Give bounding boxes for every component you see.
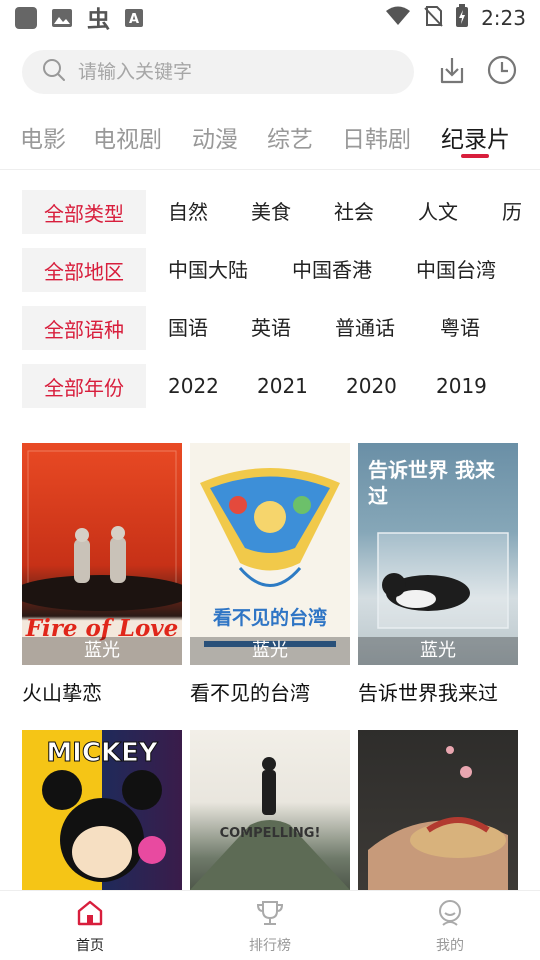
no-sim-icon [423, 5, 443, 31]
app-square-icon [14, 6, 38, 30]
quality-badge: 蓝光 [22, 637, 182, 665]
video-card[interactable]: Fire of Love 蓝光 火山挚恋 [22, 443, 182, 706]
quality-badge: 蓝光 [190, 637, 350, 665]
tab-movie[interactable]: 电影 [20, 120, 66, 154]
font-a-icon: A [122, 6, 146, 30]
video-card[interactable]: 告诉世界 我来过 蓝光 告诉世界我来过 [358, 443, 518, 706]
video-title: 看不见的台湾 [190, 681, 310, 705]
video-card[interactable]: MICKEY [22, 730, 182, 890]
active-tab-indicator [461, 154, 489, 158]
status-bar: 虫 A 2:23 [0, 0, 540, 38]
filter-language-all[interactable]: 全部语种 [22, 306, 146, 350]
download-button[interactable] [434, 54, 470, 90]
nav-ranking[interactable]: 排行榜 [230, 899, 310, 955]
gallery-icon [50, 6, 74, 30]
wifi-icon [385, 5, 411, 31]
download-icon [436, 54, 468, 90]
video-title: 告诉世界我来过 [358, 681, 498, 705]
nav-home[interactable]: 首页 [50, 899, 130, 955]
poster-image: COMPELLING! [190, 730, 350, 890]
filter-option[interactable]: 粤语 [440, 306, 480, 350]
profile-icon [435, 900, 465, 931]
filter-option[interactable]: 美食 [251, 190, 291, 234]
filter-option[interactable]: 社会 [334, 190, 374, 234]
filter-panel: 全部类型 自然 美食 社会 人文 历 全部地区 中国大陆 中国香港 中国台湾 全… [22, 190, 540, 422]
nav-profile-label: 我的 [436, 938, 464, 954]
filter-year-all[interactable]: 全部年份 [22, 364, 146, 408]
search-header [22, 50, 522, 94]
filter-region-all[interactable]: 全部地区 [22, 248, 146, 292]
filter-option[interactable]: 人文 [418, 190, 458, 234]
filter-option[interactable]: 英语 [251, 306, 291, 350]
app-logo-icon: 虫 [86, 6, 110, 31]
poster-image [358, 730, 518, 890]
poster-image: 告诉世界 我来过 蓝光 [358, 443, 518, 665]
filter-option[interactable]: 历 [502, 190, 522, 234]
tab-anime[interactable]: 动漫 [192, 120, 238, 154]
poster-title-text: 告诉世界 我来过 [368, 458, 495, 508]
status-time: 2:23 [481, 6, 526, 30]
filter-option[interactable]: 普通话 [335, 306, 395, 350]
video-card[interactable] [358, 730, 518, 890]
video-title: 火山挚恋 [22, 681, 102, 705]
search-icon [42, 58, 66, 86]
filter-option[interactable]: 中国香港 [292, 248, 372, 292]
clock-icon [486, 54, 518, 90]
home-icon [75, 900, 105, 931]
category-tabs: 电影 电视剧 动漫 综艺 日韩剧 纪录片 [0, 114, 540, 170]
bottom-navigation: 首页 排行榜 我的 [0, 890, 540, 960]
tab-variety[interactable]: 综艺 [267, 120, 313, 154]
battery-charging-icon [455, 4, 469, 32]
tab-korean-japanese[interactable]: 日韩剧 [342, 120, 411, 154]
nav-profile[interactable]: 我的 [410, 899, 490, 955]
filter-option[interactable]: 国语 [168, 306, 208, 350]
nav-ranking-label: 排行榜 [249, 938, 291, 954]
filter-row-type: 全部类型 自然 美食 社会 人文 历 [22, 190, 540, 234]
filter-option[interactable]: 中国大陆 [168, 248, 248, 292]
poster-title-text: COMPELLING! [219, 826, 321, 841]
nav-home-label: 首页 [76, 938, 104, 954]
poster-title-text: MICKEY [46, 738, 158, 769]
filter-type-all[interactable]: 全部类型 [22, 190, 146, 234]
tab-tv-series[interactable]: 电视剧 [93, 120, 162, 154]
poster-image: 看不见的台湾 蓝光 [190, 443, 350, 665]
filter-option[interactable]: 2019 [436, 364, 487, 408]
filter-option[interactable]: 2020 [346, 364, 397, 408]
filter-row-region: 全部地区 中国大陆 中国香港 中国台湾 [22, 248, 540, 292]
search-bar[interactable] [22, 50, 414, 94]
filter-row-language: 全部语种 国语 英语 普通话 粤语 [22, 306, 540, 350]
quality-badge: 蓝光 [358, 637, 518, 665]
video-card[interactable]: 看不见的台湾 蓝光 看不见的台湾 [190, 443, 350, 706]
poster-title-text: 看不见的台湾 [212, 607, 327, 629]
filter-option[interactable]: 2021 [257, 364, 308, 408]
video-card[interactable]: COMPELLING! [190, 730, 350, 890]
svg-text:A: A [129, 12, 139, 27]
history-button[interactable] [484, 54, 520, 90]
filter-option[interactable]: 中国台湾 [416, 248, 496, 292]
filter-option[interactable]: 自然 [168, 190, 208, 234]
filter-row-year: 全部年份 2022 2021 2020 2019 [22, 364, 540, 408]
tab-documentary[interactable]: 纪录片 [441, 120, 510, 154]
search-input[interactable] [78, 61, 378, 83]
trophy-icon [255, 901, 285, 931]
filter-option[interactable]: 2022 [168, 364, 219, 408]
poster-image: Fire of Love 蓝光 [22, 443, 182, 665]
poster-image: MICKEY [22, 730, 182, 890]
svg-text:虫: 虫 [87, 7, 110, 31]
